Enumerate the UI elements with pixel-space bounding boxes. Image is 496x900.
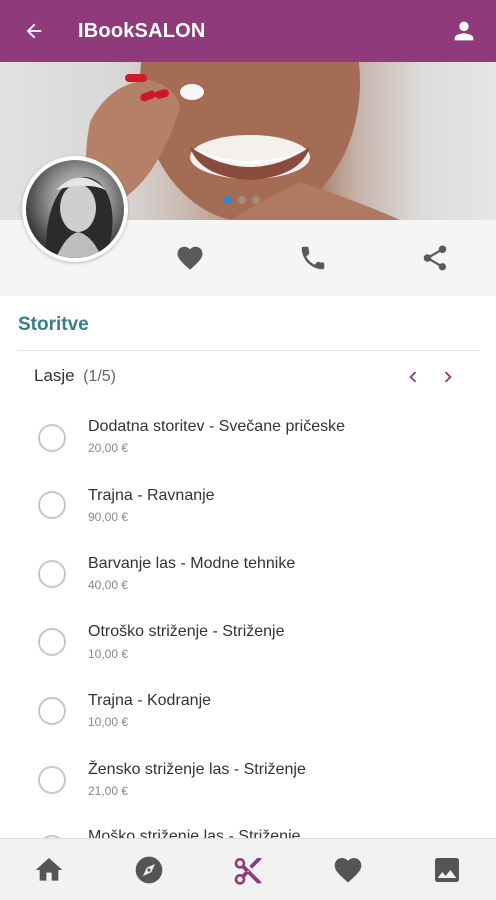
service-name: Dodatna storitev - Svečane pričeske: [88, 418, 346, 435]
account-button[interactable]: [450, 17, 478, 45]
section-title: Storitve: [18, 314, 89, 335]
service-name: Trajna - Ravnanje: [88, 487, 215, 504]
carousel-dot[interactable]: [224, 196, 232, 204]
chevron-right-icon: [444, 371, 452, 383]
service-radio[interactable]: [38, 560, 66, 588]
list-item[interactable]: Trajna - Ravnanje 90,00 €: [0, 479, 496, 539]
heart-icon: [177, 246, 203, 270]
service-name: Barvanje las - Modne tehnike: [88, 555, 296, 572]
bottom-navigation: [0, 838, 496, 900]
service-radio[interactable]: [38, 424, 66, 452]
phone-icon: [301, 246, 325, 270]
back-button[interactable]: [4, 0, 64, 62]
nav-gallery[interactable]: [431, 854, 463, 886]
service-radio[interactable]: [38, 697, 66, 725]
share-icon: [423, 245, 447, 271]
carousel-indicator: [224, 196, 260, 204]
service-radio[interactable]: [38, 628, 66, 656]
list-item[interactable]: Dodatna storitev - Svečane pričeske 20,0…: [0, 410, 496, 470]
service-name: Trajna - Kodranje: [88, 692, 212, 709]
divider: [18, 350, 480, 351]
list-item[interactable]: Žensko striženje las - Striženje 21,00 €: [0, 753, 496, 813]
service-price: 90,00 €: [88, 510, 129, 524]
prev-category-button[interactable]: [402, 366, 424, 388]
service-price: 20,00 €: [88, 441, 129, 455]
category-name: Lasje: [34, 366, 75, 385]
account-icon: [454, 21, 474, 41]
category-count: (1/5): [83, 368, 116, 385]
category-header: Lasje (1/5): [34, 366, 474, 390]
service-price: 40,00 €: [88, 578, 129, 592]
scissors-icon: [234, 858, 262, 885]
service-name: Žensko striženje las - Striženje: [88, 761, 306, 778]
carousel-dot[interactable]: [252, 196, 260, 204]
salon-avatar: [22, 156, 128, 262]
service-radio[interactable]: [38, 491, 66, 519]
service-price: 21,00 €: [88, 784, 129, 798]
nav-favorites[interactable]: [332, 854, 364, 886]
chevron-left-icon: [409, 371, 417, 383]
list-item[interactable]: Barvanje las - Modne tehnike 40,00 €: [0, 548, 496, 608]
service-price: 10,00 €: [88, 647, 129, 661]
call-button[interactable]: [298, 243, 328, 273]
app-bar: IBookSALON: [0, 0, 496, 62]
carousel-dot[interactable]: [238, 196, 246, 204]
gallery-icon: [435, 858, 459, 882]
list-item[interactable]: Otroško striženje - Striženje 10,00 €: [0, 616, 496, 676]
list-item[interactable]: Trajna - Kodranje 10,00 €: [0, 684, 496, 744]
nav-home[interactable]: [33, 854, 65, 886]
service-name: Otroško striženje - Striženje: [88, 623, 285, 640]
nav-explore[interactable]: [133, 854, 165, 886]
compass-icon: [135, 856, 163, 884]
next-category-button[interactable]: [437, 366, 459, 388]
heart-icon: [334, 858, 362, 883]
share-button[interactable]: [420, 243, 450, 273]
favorite-button[interactable]: [175, 243, 205, 273]
arrow-left-icon: [26, 23, 42, 39]
service-price: 10,00 €: [88, 715, 129, 729]
home-icon: [35, 858, 63, 881]
service-radio[interactable]: [38, 766, 66, 794]
nav-services[interactable]: [232, 854, 264, 886]
app-title: IBookSALON: [78, 19, 206, 42]
